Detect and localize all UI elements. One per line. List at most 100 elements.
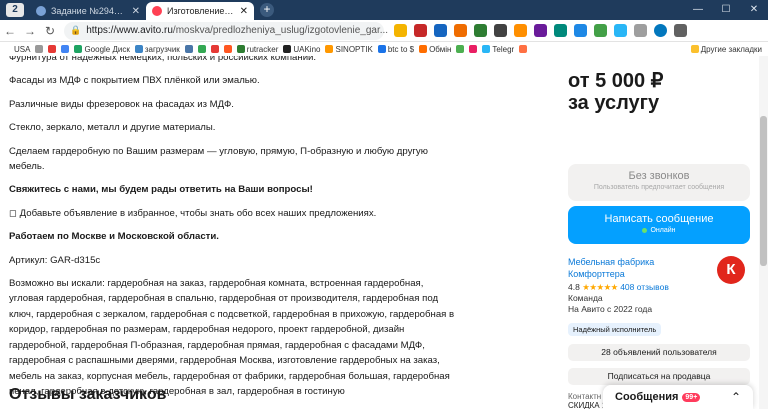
seller-name-link[interactable]: Мебельная фабрика Комфорттера — [568, 256, 688, 280]
bookmark-item[interactable]: btc to $ — [377, 45, 414, 54]
description-paragraph: Стекло, зеркало, металл и другие материа… — [9, 122, 216, 134]
messages-count-badge: 99+ — [682, 392, 701, 402]
forward-button[interactable]: → — [20, 24, 40, 38]
bookmark-item[interactable] — [35, 45, 44, 53]
favorite-note: ◻ Добавьте объявление в избранное, чтобы… — [9, 207, 377, 219]
puzzle-icon[interactable] — [634, 24, 647, 37]
page-content: Фурнитура от надёжных немецких, польских… — [0, 56, 768, 409]
seller-rating: 4.8 ★★★★★ 408 отзывов — [568, 282, 750, 293]
back-button[interactable]: ← — [0, 24, 20, 38]
article-code: Артикул: GAR-d315c — [9, 254, 101, 266]
scrollbar-thumb[interactable] — [760, 116, 767, 266]
bookmark-item[interactable]: Telegr — [482, 45, 514, 54]
extension-icon[interactable] — [614, 24, 627, 37]
extension-icon[interactable] — [394, 24, 407, 37]
bookmark-item[interactable]: UAKino — [283, 45, 320, 54]
bookmark-item[interactable] — [48, 45, 57, 53]
online-dot-icon — [642, 227, 648, 233]
bookmark-icon — [456, 45, 465, 53]
bookmark-label: Другие закладки — [700, 44, 762, 54]
extension-icon[interactable] — [534, 24, 547, 37]
close-icon[interactable]: ✕ — [132, 6, 140, 17]
no-calls-title: Без звонков — [628, 170, 690, 182]
extension-icon[interactable] — [514, 24, 527, 37]
tab-task[interactable]: Задание №2942183 - про ✕ — [30, 2, 146, 20]
other-bookmarks[interactable]: Другие закладки — [690, 44, 762, 54]
bookmark-item[interactable] — [184, 45, 193, 53]
url-path: /moskva/predlozheniya_uslug/izgotovlenie… — [172, 25, 389, 36]
seller-logo[interactable]: К — [717, 256, 745, 284]
bookmark-label: UAKino — [293, 44, 321, 54]
telegram-icon — [482, 45, 491, 53]
bookmark-item[interactable] — [469, 45, 478, 53]
extension-icon[interactable] — [414, 24, 427, 37]
tab-avito[interactable]: Изготовление гардероб ✕ — [146, 2, 254, 20]
minimize-button[interactable]: — — [684, 0, 712, 20]
extension-icon[interactable] — [454, 24, 467, 37]
seller-since: На Авито с 2022 года — [568, 304, 653, 314]
chevron-up-icon[interactable]: ⌃ — [731, 390, 741, 404]
bookmark-item[interactable]: USA — [4, 45, 30, 54]
bookmark-item[interactable]: загрузчик — [134, 44, 180, 54]
bookmark-item[interactable] — [197, 45, 206, 53]
bookmark-icon — [4, 45, 12, 53]
bookmark-label: SINOPTIK — [335, 44, 373, 54]
contact-invitation-text: Свяжитесь с нами, мы будем рады ответить… — [9, 184, 313, 196]
price-value: от 5 000 ₽ — [568, 70, 664, 92]
bookmark-item[interactable] — [519, 45, 528, 53]
extension-icon[interactable] — [494, 24, 507, 37]
bookmark-label: Telegr — [492, 44, 515, 54]
price: от 5 000 ₽ за услугу — [568, 70, 750, 114]
maximize-button[interactable]: ☐ — [712, 0, 740, 20]
bookmark-item[interactable]: Google Диск — [74, 45, 130, 54]
seller-ads-button[interactable]: 28 объявлений пользователя — [568, 344, 750, 361]
address-bar[interactable]: 🔒 https://www.avito.ru /moskva/predlozhe… — [64, 21, 388, 40]
extension-icon[interactable] — [434, 24, 447, 37]
bookmark-icon — [519, 45, 528, 53]
url-host: https://www.avito.ru — [86, 25, 173, 36]
extension-icon[interactable] — [594, 24, 607, 37]
bookmark-icon — [48, 45, 57, 53]
region-note-text: Работаем по Москве и Московской области. — [9, 231, 219, 243]
messages-title: Сообщения — [615, 391, 679, 403]
bookmark-item[interactable]: SINOPTIK — [325, 44, 373, 54]
reviews-heading: Отзывы заказчиков — [9, 386, 167, 403]
bookmark-label: USA — [14, 44, 31, 54]
subscribe-button[interactable]: Подписаться на продавца — [568, 368, 750, 385]
menu-icon[interactable] — [674, 24, 687, 37]
lock-icon[interactable]: 🔒 — [70, 25, 81, 36]
profile-icon[interactable] — [654, 24, 667, 37]
close-icon[interactable]: ✕ — [240, 6, 248, 17]
browser-toolbar: ← → ↻ 🔒 https://www.avito.ru /moskva/pre… — [0, 20, 768, 42]
extension-icon[interactable] — [574, 24, 587, 37]
new-tab-button[interactable]: + — [260, 3, 274, 17]
bookmark-item[interactable] — [210, 45, 219, 53]
bookmark-item[interactable] — [456, 45, 465, 53]
extension-icon[interactable] — [474, 24, 487, 37]
description-paragraph: Фасады из МДФ с покрытием ПВХ плёнкой ил… — [9, 75, 260, 87]
bookmark-label: Обмін — [429, 44, 452, 54]
bookmark-item[interactable] — [61, 45, 70, 53]
no-calls-button[interactable]: Без звонков Пользователь предпочитает со… — [568, 164, 750, 201]
close-window-button[interactable]: ✕ — [740, 0, 768, 20]
tab-title: Задание №2942183 - про — [51, 6, 128, 16]
page-scrollbar[interactable] — [759, 56, 768, 409]
bookmark-icon — [283, 45, 292, 53]
extension-icon[interactable] — [554, 24, 567, 37]
bookmark-item[interactable] — [223, 45, 232, 53]
bookmark-icon — [134, 45, 143, 53]
bookmark-item[interactable]: rutracker — [236, 45, 278, 54]
bookmark-icon — [35, 45, 44, 53]
bookmarks-bar: USA Google Диск загрузчик rutracker UAKi… — [0, 42, 768, 56]
bookmark-label: загрузчик — [144, 44, 180, 54]
bookmark-icon — [325, 45, 334, 53]
write-message-button[interactable]: Написать сообщение Онлайн — [568, 206, 750, 244]
description-paragraph: Различные виды фрезеровок на фасадах из … — [9, 98, 234, 110]
bookmark-item[interactable]: Обмін — [419, 45, 451, 54]
description-paragraph: Фурнитура от надёжных немецких, польских… — [9, 56, 317, 63]
reviews-link[interactable]: 408 отзывов — [620, 282, 669, 292]
tab-counter[interactable]: 2 — [6, 3, 24, 17]
bookmark-icon — [61, 45, 70, 53]
reload-button[interactable]: ↻ — [40, 24, 60, 38]
messages-widget[interactable]: Сообщения 99+ ⌃ — [603, 385, 753, 409]
